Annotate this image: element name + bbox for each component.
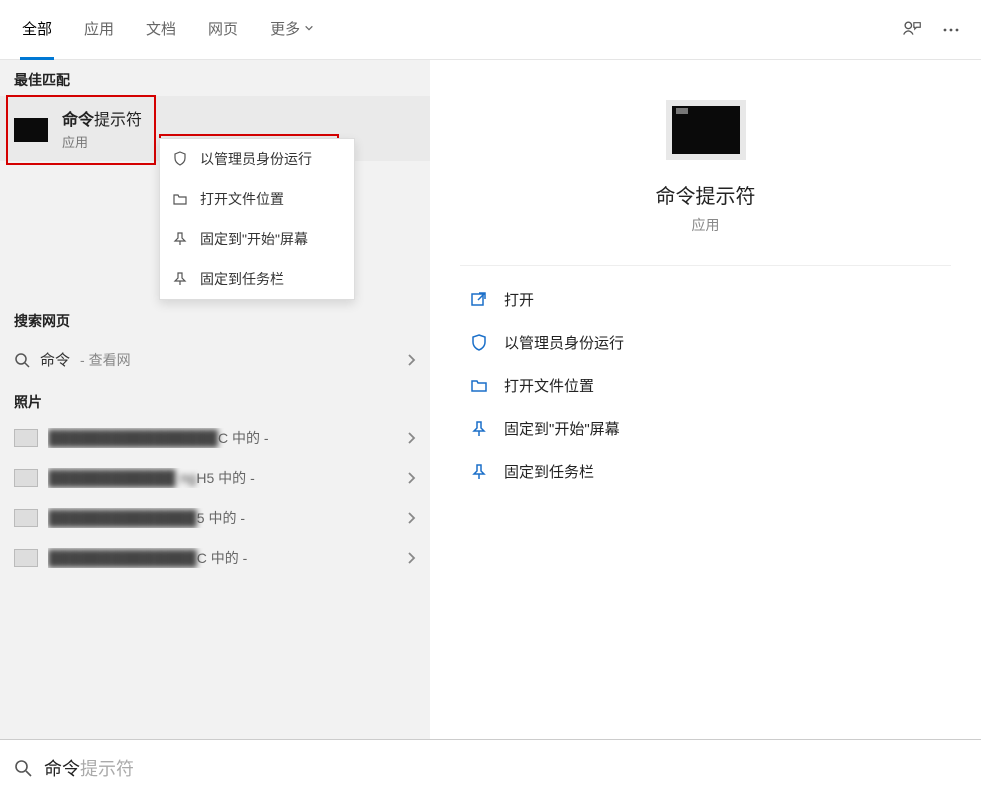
tab-docs[interactable]: 文档 — [144, 0, 178, 60]
tab-all[interactable]: 全部 — [20, 0, 54, 60]
cmd-icon — [14, 118, 48, 142]
pin-icon — [172, 271, 188, 287]
feedback-icon[interactable] — [901, 19, 923, 41]
photo-name-blur: ████████████████ — [48, 430, 218, 447]
context-run-as-admin-label: 以管理员身份运行 — [200, 149, 312, 169]
preview-panel: 命令提示符 应用 打开 以管理员身份运行 打开文件位置 固定到"开始"屏幕 — [430, 60, 981, 739]
pin-icon — [470, 463, 488, 481]
best-match-subtitle: 应用 — [62, 132, 142, 151]
action-pin-start[interactable]: 固定到"开始"屏幕 — [460, 407, 951, 450]
search-typed-text: 命令 — [44, 759, 80, 779]
search-tab-bar: 全部 应用 文档 网页 更多 — [0, 0, 981, 60]
action-open[interactable]: 打开 — [460, 278, 951, 321]
context-pin-taskbar-label: 固定到任务栏 — [200, 269, 284, 289]
search-icon — [14, 352, 30, 368]
folder-icon — [172, 191, 188, 207]
action-open-label: 打开 — [504, 289, 534, 310]
photo-name-blur: ██████████████ — [48, 550, 197, 567]
action-open-location-label: 打开文件位置 — [504, 375, 594, 396]
search-icon — [14, 759, 32, 777]
shield-icon — [172, 151, 188, 167]
context-open-location-label: 打开文件位置 — [200, 189, 284, 209]
pin-icon — [172, 231, 188, 247]
search-input[interactable]: 命令提示符 — [44, 755, 134, 781]
chevron-down-icon — [304, 23, 314, 33]
context-run-as-admin[interactable]: 以管理员身份运行 — [160, 139, 354, 179]
photo-thumb-icon — [14, 509, 38, 527]
chevron-right-icon — [406, 353, 416, 367]
open-icon — [470, 291, 488, 309]
context-pin-start[interactable]: 固定到"开始"屏幕 — [160, 219, 354, 259]
results-panel: 最佳匹配 命令提示符 应用 以管理员身份运行 打开文件位置 固定到"开始"屏幕 — [0, 60, 430, 739]
preview-app-icon — [666, 100, 746, 160]
chevron-right-icon — [406, 431, 416, 445]
photo-suffix: 5 中的 - — [197, 510, 245, 526]
pin-icon — [470, 420, 488, 438]
web-search-item[interactable]: 命令 - 查看网 — [0, 337, 430, 382]
shield-icon — [470, 334, 488, 352]
photo-name-blur: ██████████████ — [48, 510, 197, 527]
web-query-sub: - 查看网 — [80, 350, 131, 370]
tab-more[interactable]: 更多 — [268, 0, 316, 60]
photo-result-item[interactable]: ██████████████C 中的 - — [0, 538, 430, 578]
tab-apps[interactable]: 应用 — [82, 0, 116, 60]
action-run-as-admin-label: 以管理员身份运行 — [504, 332, 624, 353]
tab-web[interactable]: 网页 — [206, 0, 240, 60]
action-run-as-admin[interactable]: 以管理员身份运行 — [460, 321, 951, 364]
search-web-header: 搜索网页 — [0, 301, 430, 337]
tab-more-label: 更多 — [270, 18, 300, 39]
photo-suffix: H5 中的 - — [196, 470, 254, 486]
best-match-header: 最佳匹配 — [0, 60, 430, 96]
photo-name-blur: ████████████ ng — [48, 470, 196, 487]
photo-thumb-icon — [14, 549, 38, 567]
context-pin-taskbar[interactable]: 固定到任务栏 — [160, 259, 354, 299]
more-options-icon[interactable] — [941, 20, 961, 40]
photo-thumb-icon — [14, 469, 38, 487]
best-match-title: 命令提示符 — [62, 106, 142, 130]
action-open-location[interactable]: 打开文件位置 — [460, 364, 951, 407]
action-pin-taskbar-label: 固定到任务栏 — [504, 461, 594, 482]
search-bar[interactable]: 命令提示符 — [0, 739, 981, 795]
context-open-location[interactable]: 打开文件位置 — [160, 179, 354, 219]
chevron-right-icon — [406, 471, 416, 485]
search-hint-text: 提示符 — [80, 759, 134, 779]
context-menu: 以管理员身份运行 打开文件位置 固定到"开始"屏幕 固定到任务栏 — [159, 138, 355, 300]
photo-result-item[interactable]: ████████████████C 中的 - — [0, 418, 430, 458]
divider — [460, 265, 951, 266]
folder-icon — [470, 377, 488, 395]
chevron-right-icon — [406, 511, 416, 525]
photo-suffix: C 中的 - — [218, 430, 269, 446]
photo-result-item[interactable]: ██████████████5 中的 - — [0, 498, 430, 538]
action-pin-start-label: 固定到"开始"屏幕 — [504, 418, 620, 439]
chevron-right-icon — [406, 551, 416, 565]
action-pin-taskbar[interactable]: 固定到任务栏 — [460, 450, 951, 493]
photo-suffix: C 中的 - — [197, 550, 248, 566]
photos-header: 照片 — [0, 382, 430, 418]
preview-title: 命令提示符 — [430, 180, 981, 209]
web-query-label: 命令 — [40, 349, 70, 370]
photo-thumb-icon — [14, 429, 38, 447]
context-pin-start-label: 固定到"开始"屏幕 — [200, 229, 308, 249]
photo-result-item[interactable]: ████████████ ngH5 中的 - — [0, 458, 430, 498]
preview-subtitle: 应用 — [430, 215, 981, 235]
